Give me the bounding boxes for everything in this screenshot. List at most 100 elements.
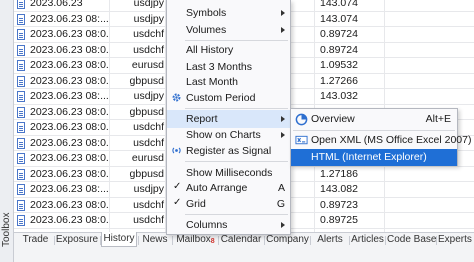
deal-document-icon (17, 122, 25, 133)
menu-separator (185, 161, 288, 162)
context-menu: Symbols Volumes All History Last 3 Month… (166, 0, 291, 235)
submenu-item-overview[interactable]: Overview Alt+E (291, 111, 457, 128)
submenu-item-html[interactable]: HTML (Internet Explorer) (291, 149, 457, 166)
deal-document-icon (17, 0, 25, 9)
tab-alerts[interactable]: Alerts (312, 233, 348, 247)
row-time: 2023.06.23 08:0... (30, 214, 108, 226)
deal-document-icon (17, 75, 25, 87)
row-time: 2023.06.23 (30, 0, 83, 9)
tab-separator (172, 236, 173, 245)
menu-item-all-history[interactable]: All History (167, 41, 290, 59)
toolbox-label: Toolbox (1, 212, 12, 247)
tab-news[interactable]: News (139, 233, 171, 247)
tab-label: Exposure (55, 234, 99, 245)
menu-item-label: Grid (186, 198, 206, 210)
submenu-item-label: HTML (Internet Explorer) (311, 151, 427, 163)
row-time: 2023.06.23 08:0... (30, 43, 108, 56)
menu-item-label: Volumes (186, 24, 227, 36)
row-symbol: usdchf (133, 121, 164, 133)
row-time: 2023.06.23 08:... (30, 183, 108, 195)
menu-item-label: Custom Period (186, 92, 256, 104)
row-time: 2023.06.23 08:0... (30, 167, 108, 180)
menu-separator (185, 214, 288, 215)
tab-company[interactable]: Company (266, 233, 309, 247)
checkmark-icon: ✓ (173, 181, 182, 192)
row-symbol: eurusd (131, 152, 164, 164)
submenu-arrow-icon (281, 132, 285, 138)
menu-item-grid[interactable]: ✓ Grid G (167, 195, 290, 213)
row-symbol: usdchf (133, 214, 164, 226)
submenu-item-open-xml[interactable]: Open XML (MS Office Excel 2007) (291, 132, 471, 149)
deal-document-icon (17, 137, 25, 149)
row-time: 2023.06.23 08:... (30, 90, 108, 102)
row-price: 143.032 (320, 90, 358, 102)
tab-trade[interactable]: Trade (18, 233, 53, 247)
menu-item-label: All History (186, 44, 234, 56)
tab-separator (436, 236, 437, 245)
checkmark-icon: ✓ (173, 197, 182, 208)
mailbox-count-badge: 8 (210, 238, 215, 245)
row-price: 0.89724 (320, 28, 358, 40)
deal-document-icon (17, 184, 25, 195)
row-symbol: usdjpy (133, 12, 164, 25)
menu-separator (293, 130, 455, 131)
tab-label: Code Base (387, 234, 437, 245)
chart-report-icon (295, 113, 308, 126)
tab-exposure[interactable]: Exposure (55, 233, 99, 247)
row-symbol: eurusd (131, 59, 164, 71)
deal-document-icon (17, 44, 25, 56)
tab-articles[interactable]: Articles (351, 233, 384, 247)
row-symbol: usdjpy (133, 0, 164, 9)
submenu-arrow-icon (281, 27, 285, 33)
tab-experts[interactable]: Experts (438, 233, 472, 247)
tab-label: News (142, 234, 168, 245)
tab-history[interactable]: History (101, 232, 137, 247)
row-symbol: usdchf (133, 43, 164, 56)
xml-file-icon (295, 135, 308, 145)
deal-document-icon (17, 168, 25, 180)
deal-document-icon (17, 60, 25, 71)
menu-item-label: Report (186, 113, 218, 125)
row-symbol: usdchf (133, 198, 164, 211)
menu-item-columns[interactable]: Columns (167, 216, 290, 234)
toolbox-strip[interactable]: Toolbox (0, 0, 14, 262)
row-symbol: gbpusd (129, 105, 164, 118)
signal-broadcast-icon (172, 147, 181, 154)
menu-item-volumes[interactable]: Volumes (167, 21, 290, 39)
menu-item-shortcut: A (277, 182, 285, 194)
row-symbol: usdchf (133, 28, 164, 40)
tab-mailbox[interactable]: Mailbox8 (174, 233, 217, 247)
menu-item-symbols[interactable]: Symbols (167, 4, 290, 22)
row-symbol: usdchf (133, 136, 164, 149)
deal-document-icon (17, 29, 25, 40)
menu-item-register-as-signal[interactable]: Register as Signal (167, 142, 290, 160)
row-price: 143.074 (320, 0, 358, 9)
row-time: 2023.06.23 08:... (30, 12, 108, 25)
row-time: 2023.06.23 08:0... (30, 105, 108, 118)
submenu-arrow-icon (281, 10, 285, 16)
row-price: 0.89723 (320, 198, 358, 211)
menu-item-shortcut: G (276, 198, 285, 210)
tab-separator (310, 236, 311, 245)
tab-label: Alerts (317, 234, 343, 245)
tab-label: Articles (351, 234, 384, 245)
menu-separator (185, 108, 288, 109)
deal-document-icon (17, 91, 25, 102)
tab-separator (385, 236, 386, 245)
tab-label: Trade (22, 234, 49, 245)
toolbox-tab-bar: Trade Exposure History News Mailbox8 Calendar… (14, 232, 474, 262)
history-window: Toolbox 2023.06.23usdjpy17143.0742023.06… (0, 0, 474, 262)
tab-separator (264, 236, 265, 245)
tab-label: Company (266, 234, 309, 245)
row-price: 1.09532 (320, 59, 358, 71)
row-price: 143.074 (320, 12, 358, 25)
menu-item-custom-period[interactable]: Custom Period (167, 89, 290, 107)
menu-item-label: Auto Arrange (186, 182, 248, 194)
deal-document-icon (17, 199, 25, 211)
submenu-item-label: Open XML (MS Office Excel 2007) (311, 134, 472, 146)
tab-calendar[interactable]: Calendar (219, 233, 263, 247)
row-time: 2023.06.23 08:0... (30, 136, 108, 149)
row-price: 0.89725 (320, 214, 358, 226)
tab-code-base[interactable]: Code Base (387, 233, 437, 247)
deal-document-icon (17, 215, 25, 226)
